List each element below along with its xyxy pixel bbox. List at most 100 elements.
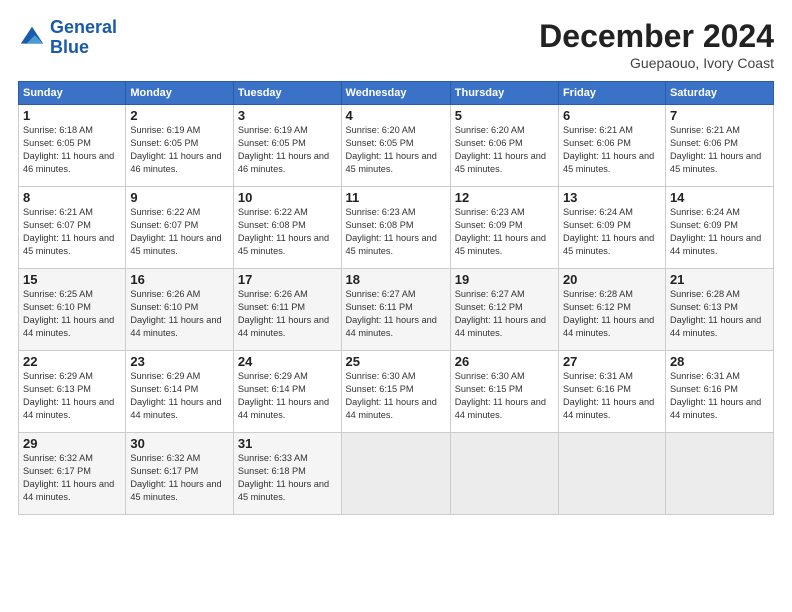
day-number: 1 bbox=[23, 108, 121, 123]
day-number: 9 bbox=[130, 190, 229, 205]
col-monday: Monday bbox=[126, 82, 234, 105]
day-info: Sunrise: 6:21 AMSunset: 6:06 PMDaylight:… bbox=[563, 124, 661, 176]
table-row bbox=[450, 433, 558, 515]
day-info: Sunrise: 6:33 AMSunset: 6:18 PMDaylight:… bbox=[238, 452, 337, 504]
table-row: 29Sunrise: 6:32 AMSunset: 6:17 PMDayligh… bbox=[19, 433, 126, 515]
table-row: 22Sunrise: 6:29 AMSunset: 6:13 PMDayligh… bbox=[19, 351, 126, 433]
table-row: 16Sunrise: 6:26 AMSunset: 6:10 PMDayligh… bbox=[126, 269, 234, 351]
day-info: Sunrise: 6:28 AMSunset: 6:12 PMDaylight:… bbox=[563, 288, 661, 340]
day-info: Sunrise: 6:32 AMSunset: 6:17 PMDaylight:… bbox=[130, 452, 229, 504]
table-row: 5Sunrise: 6:20 AMSunset: 6:06 PMDaylight… bbox=[450, 105, 558, 187]
day-number: 15 bbox=[23, 272, 121, 287]
table-row: 1Sunrise: 6:18 AMSunset: 6:05 PMDaylight… bbox=[19, 105, 126, 187]
calendar-week-row: 15Sunrise: 6:25 AMSunset: 6:10 PMDayligh… bbox=[19, 269, 774, 351]
day-info: Sunrise: 6:18 AMSunset: 6:05 PMDaylight:… bbox=[23, 124, 121, 176]
day-info: Sunrise: 6:30 AMSunset: 6:15 PMDaylight:… bbox=[346, 370, 446, 422]
day-number: 10 bbox=[238, 190, 337, 205]
table-row: 27Sunrise: 6:31 AMSunset: 6:16 PMDayligh… bbox=[558, 351, 665, 433]
table-row: 3Sunrise: 6:19 AMSunset: 6:05 PMDaylight… bbox=[233, 105, 341, 187]
day-number: 14 bbox=[670, 190, 769, 205]
day-number: 28 bbox=[670, 354, 769, 369]
page: General Blue December 2024 Guepaouo, Ivo… bbox=[0, 0, 792, 612]
day-info: Sunrise: 6:32 AMSunset: 6:17 PMDaylight:… bbox=[23, 452, 121, 504]
day-info: Sunrise: 6:28 AMSunset: 6:13 PMDaylight:… bbox=[670, 288, 769, 340]
logo-text: General Blue bbox=[50, 18, 117, 58]
calendar-week-row: 8Sunrise: 6:21 AMSunset: 6:07 PMDaylight… bbox=[19, 187, 774, 269]
table-row: 23Sunrise: 6:29 AMSunset: 6:14 PMDayligh… bbox=[126, 351, 234, 433]
col-saturday: Saturday bbox=[665, 82, 773, 105]
table-row: 6Sunrise: 6:21 AMSunset: 6:06 PMDaylight… bbox=[558, 105, 665, 187]
title-area: December 2024 Guepaouo, Ivory Coast bbox=[539, 18, 774, 71]
table-row: 4Sunrise: 6:20 AMSunset: 6:05 PMDaylight… bbox=[341, 105, 450, 187]
table-row: 31Sunrise: 6:33 AMSunset: 6:18 PMDayligh… bbox=[233, 433, 341, 515]
table-row: 15Sunrise: 6:25 AMSunset: 6:10 PMDayligh… bbox=[19, 269, 126, 351]
table-row bbox=[341, 433, 450, 515]
calendar-table: Sunday Monday Tuesday Wednesday Thursday… bbox=[18, 81, 774, 515]
day-number: 5 bbox=[455, 108, 554, 123]
day-info: Sunrise: 6:23 AMSunset: 6:08 PMDaylight:… bbox=[346, 206, 446, 258]
day-number: 11 bbox=[346, 190, 446, 205]
table-row: 26Sunrise: 6:30 AMSunset: 6:15 PMDayligh… bbox=[450, 351, 558, 433]
calendar-week-row: 1Sunrise: 6:18 AMSunset: 6:05 PMDaylight… bbox=[19, 105, 774, 187]
day-number: 31 bbox=[238, 436, 337, 451]
table-row: 11Sunrise: 6:23 AMSunset: 6:08 PMDayligh… bbox=[341, 187, 450, 269]
day-number: 25 bbox=[346, 354, 446, 369]
table-row bbox=[665, 433, 773, 515]
table-row: 10Sunrise: 6:22 AMSunset: 6:08 PMDayligh… bbox=[233, 187, 341, 269]
day-number: 8 bbox=[23, 190, 121, 205]
table-row: 2Sunrise: 6:19 AMSunset: 6:05 PMDaylight… bbox=[126, 105, 234, 187]
table-row: 28Sunrise: 6:31 AMSunset: 6:16 PMDayligh… bbox=[665, 351, 773, 433]
table-row: 18Sunrise: 6:27 AMSunset: 6:11 PMDayligh… bbox=[341, 269, 450, 351]
table-row: 7Sunrise: 6:21 AMSunset: 6:06 PMDaylight… bbox=[665, 105, 773, 187]
subtitle: Guepaouo, Ivory Coast bbox=[539, 55, 774, 71]
day-number: 21 bbox=[670, 272, 769, 287]
col-friday: Friday bbox=[558, 82, 665, 105]
day-info: Sunrise: 6:29 AMSunset: 6:14 PMDaylight:… bbox=[238, 370, 337, 422]
col-sunday: Sunday bbox=[19, 82, 126, 105]
logo-icon bbox=[18, 24, 46, 52]
table-row: 14Sunrise: 6:24 AMSunset: 6:09 PMDayligh… bbox=[665, 187, 773, 269]
day-number: 4 bbox=[346, 108, 446, 123]
calendar-header-row: Sunday Monday Tuesday Wednesday Thursday… bbox=[19, 82, 774, 105]
table-row bbox=[558, 433, 665, 515]
col-wednesday: Wednesday bbox=[341, 82, 450, 105]
day-number: 2 bbox=[130, 108, 229, 123]
table-row: 25Sunrise: 6:30 AMSunset: 6:15 PMDayligh… bbox=[341, 351, 450, 433]
day-info: Sunrise: 6:29 AMSunset: 6:14 PMDaylight:… bbox=[130, 370, 229, 422]
day-number: 16 bbox=[130, 272, 229, 287]
day-number: 3 bbox=[238, 108, 337, 123]
header: General Blue December 2024 Guepaouo, Ivo… bbox=[18, 18, 774, 71]
day-info: Sunrise: 6:26 AMSunset: 6:11 PMDaylight:… bbox=[238, 288, 337, 340]
day-number: 18 bbox=[346, 272, 446, 287]
table-row: 21Sunrise: 6:28 AMSunset: 6:13 PMDayligh… bbox=[665, 269, 773, 351]
table-row: 13Sunrise: 6:24 AMSunset: 6:09 PMDayligh… bbox=[558, 187, 665, 269]
day-info: Sunrise: 6:20 AMSunset: 6:06 PMDaylight:… bbox=[455, 124, 554, 176]
table-row: 24Sunrise: 6:29 AMSunset: 6:14 PMDayligh… bbox=[233, 351, 341, 433]
day-number: 17 bbox=[238, 272, 337, 287]
table-row: 12Sunrise: 6:23 AMSunset: 6:09 PMDayligh… bbox=[450, 187, 558, 269]
calendar-week-row: 22Sunrise: 6:29 AMSunset: 6:13 PMDayligh… bbox=[19, 351, 774, 433]
day-info: Sunrise: 6:22 AMSunset: 6:08 PMDaylight:… bbox=[238, 206, 337, 258]
day-number: 27 bbox=[563, 354, 661, 369]
table-row: 19Sunrise: 6:27 AMSunset: 6:12 PMDayligh… bbox=[450, 269, 558, 351]
day-number: 20 bbox=[563, 272, 661, 287]
day-number: 19 bbox=[455, 272, 554, 287]
table-row: 20Sunrise: 6:28 AMSunset: 6:12 PMDayligh… bbox=[558, 269, 665, 351]
calendar-week-row: 29Sunrise: 6:32 AMSunset: 6:17 PMDayligh… bbox=[19, 433, 774, 515]
day-number: 24 bbox=[238, 354, 337, 369]
col-tuesday: Tuesday bbox=[233, 82, 341, 105]
day-info: Sunrise: 6:27 AMSunset: 6:11 PMDaylight:… bbox=[346, 288, 446, 340]
day-number: 29 bbox=[23, 436, 121, 451]
day-number: 26 bbox=[455, 354, 554, 369]
day-info: Sunrise: 6:23 AMSunset: 6:09 PMDaylight:… bbox=[455, 206, 554, 258]
day-number: 6 bbox=[563, 108, 661, 123]
day-info: Sunrise: 6:21 AMSunset: 6:06 PMDaylight:… bbox=[670, 124, 769, 176]
day-info: Sunrise: 6:25 AMSunset: 6:10 PMDaylight:… bbox=[23, 288, 121, 340]
table-row: 17Sunrise: 6:26 AMSunset: 6:11 PMDayligh… bbox=[233, 269, 341, 351]
day-number: 22 bbox=[23, 354, 121, 369]
day-info: Sunrise: 6:20 AMSunset: 6:05 PMDaylight:… bbox=[346, 124, 446, 176]
day-info: Sunrise: 6:21 AMSunset: 6:07 PMDaylight:… bbox=[23, 206, 121, 258]
day-info: Sunrise: 6:19 AMSunset: 6:05 PMDaylight:… bbox=[238, 124, 337, 176]
day-info: Sunrise: 6:29 AMSunset: 6:13 PMDaylight:… bbox=[23, 370, 121, 422]
day-info: Sunrise: 6:31 AMSunset: 6:16 PMDaylight:… bbox=[670, 370, 769, 422]
